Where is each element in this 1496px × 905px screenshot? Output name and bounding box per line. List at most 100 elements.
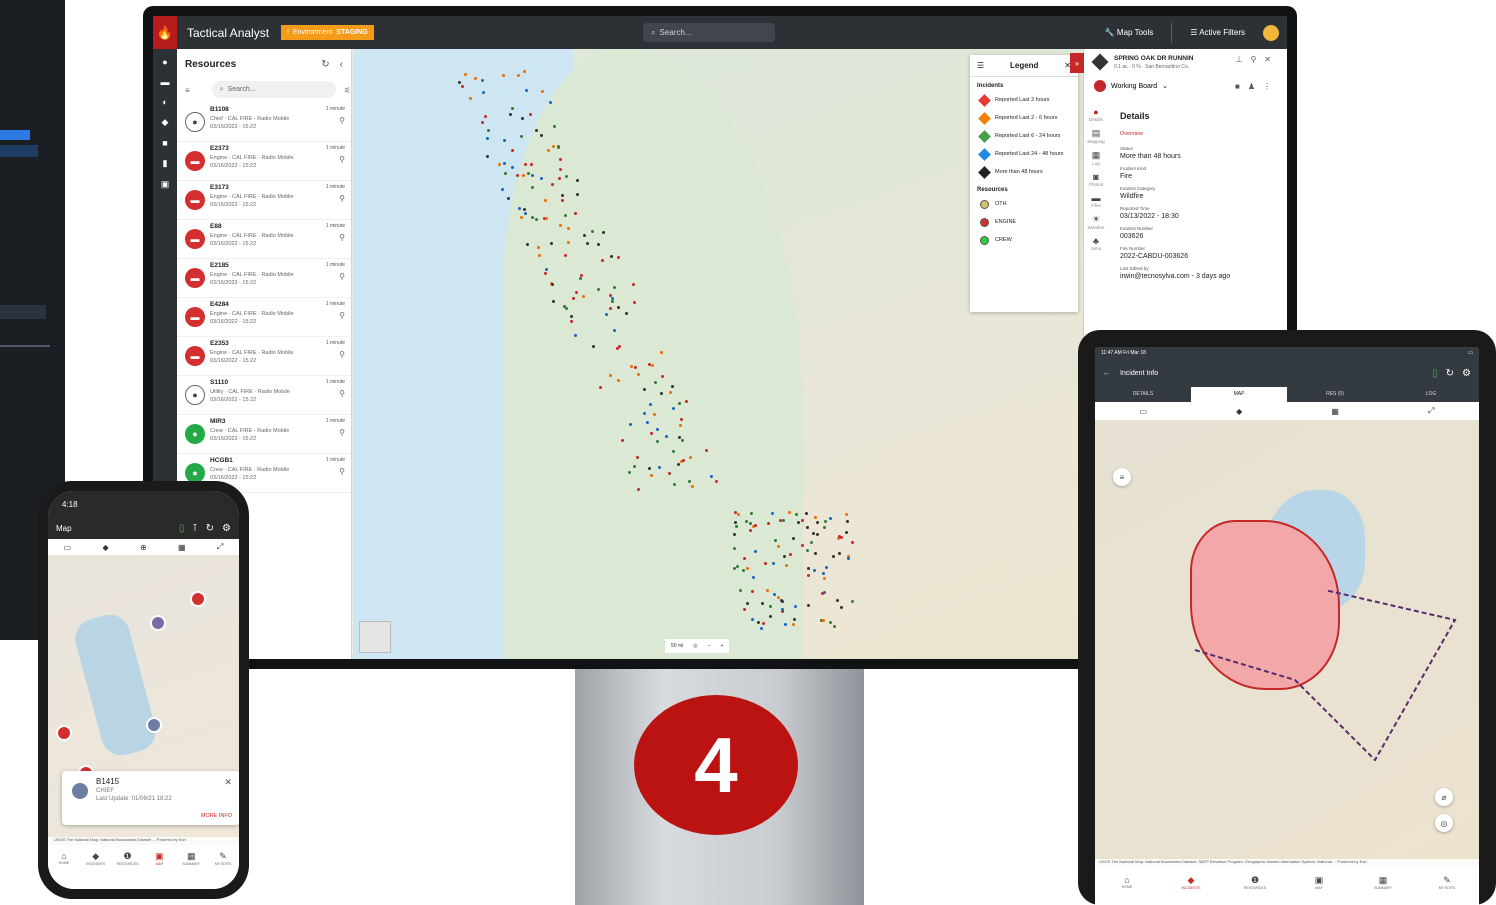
incident-marker[interactable] [806,573,810,577]
expand-panel-button[interactable]: » [1070,53,1084,73]
incident-marker[interactable] [745,567,749,571]
nav-summary[interactable]: ▦ SUMMARY [180,851,202,889]
incident-marker[interactable] [529,163,533,167]
incident-marker[interactable] [617,305,621,309]
incident-marker[interactable] [823,577,827,581]
incident-marker[interactable] [636,455,640,459]
incident-marker[interactable] [771,561,775,565]
chief-marker[interactable] [150,615,166,631]
incident-marker[interactable] [530,174,534,178]
incident-marker[interactable] [845,519,849,523]
nav-map[interactable]: ▣ MAP [1299,875,1339,905]
global-search-input[interactable]: ⌕ Search... [643,23,775,42]
incident-marker[interactable] [709,475,713,479]
ruler-icon[interactable]: ▭ [64,543,72,552]
location-pin-icon[interactable]: ⚲ [311,428,345,437]
incident-marker[interactable] [782,555,786,558]
ruler-icon[interactable]: ▭ [1140,407,1148,416]
incident-marker[interactable] [733,520,737,524]
incident-marker[interactable] [613,285,617,289]
detail-rail-weather[interactable]: ☀ Weather [1088,214,1105,230]
location-icon[interactable]: ⚲ [1250,55,1264,64]
incident-marker[interactable] [816,533,820,537]
incident-marker[interactable] [510,106,514,110]
camera-icon[interactable]: ■ [162,138,167,148]
incident-marker[interactable] [829,517,833,521]
incident-marker[interactable] [501,73,505,77]
zoom-in-button[interactable]: + [721,643,724,649]
resource-row[interactable]: ▬ E2185 Engine · CAL FIRE · Radio Mobile 03… [177,259,351,298]
incident-marker[interactable] [569,320,573,324]
incident-marker[interactable] [687,479,691,483]
incident-marker[interactable] [457,80,461,84]
location-pin-icon[interactable]: ⚲ [311,194,345,203]
incident-marker[interactable] [486,136,490,140]
nav-incidents[interactable]: ◆ INCIDENTS [85,851,107,889]
incident-marker[interactable] [636,373,640,377]
location-pin-icon[interactable]: ⚲ [311,155,345,164]
incident-marker[interactable] [714,480,718,484]
incident-marker[interactable] [734,524,738,528]
incident-marker[interactable] [566,241,570,245]
incident-marker[interactable] [575,290,579,294]
incident-marker[interactable] [480,79,484,83]
incident-marker[interactable] [520,134,524,138]
gear-icon[interactable]: ⚙ [222,523,231,534]
incident-marker[interactable] [756,621,760,625]
save-icon[interactable]: ■ [1235,82,1248,91]
incident-marker[interactable] [539,133,543,137]
resources-search-input[interactable]: ⌕ Search... [211,81,336,98]
incident-marker[interactable] [704,449,708,453]
incident-marker[interactable] [510,165,514,169]
resource-row[interactable]: ▬ E4284 Engine · CAL FIRE · Radio Mobile 03… [177,298,351,337]
incident-marker[interactable] [544,216,548,220]
fullscreen-icon[interactable]: ⤢ [1428,406,1434,416]
menu-button[interactable]: ≡ [1113,468,1131,486]
resource-row[interactable]: ● B1108 Chief · CAL FIRE · Radio Mobile 03/… [177,103,351,142]
incident-marker[interactable] [550,241,554,245]
incident-marker[interactable] [839,605,843,609]
incident-marker[interactable] [528,113,532,116]
incident-marker[interactable] [844,513,848,517]
layers-icon[interactable]: ◆ [162,117,169,128]
incident-marker[interactable] [837,535,841,538]
incident-marker[interactable] [811,532,815,536]
incident-marker[interactable] [836,598,840,602]
incident-marker[interactable] [807,566,811,570]
incident-marker[interactable] [744,519,748,523]
incident-marker[interactable] [617,344,621,348]
incident-marker[interactable] [679,417,683,421]
location-pin-icon[interactable]: ⚲ [311,116,345,125]
incident-marker[interactable] [649,431,653,435]
nav-map[interactable]: ▣ MAP [148,851,170,889]
chevron-down-icon[interactable]: ⌄ [1162,82,1168,90]
zoom-out-button[interactable]: − [708,643,711,649]
incident-marker[interactable] [821,619,825,623]
detail-rail-photos[interactable]: ◙ Photos [1089,172,1103,187]
incident-marker[interactable] [822,572,826,576]
incident-marker[interactable] [573,211,577,215]
incident-marker[interactable] [569,314,573,318]
incident-marker[interactable] [750,618,754,622]
incident-marker[interactable] [560,193,564,197]
fullscreen-icon[interactable]: ⤢ [217,542,223,552]
incident-marker[interactable] [792,536,796,540]
incident-marker[interactable] [548,100,552,104]
incident-marker[interactable] [540,90,544,94]
pin-icon[interactable]: ⊥ [1235,55,1250,64]
resource-row[interactable]: ▬ E2353 Engine · CAL FIRE · Radio Mobile 03… [177,337,351,376]
incident-marker[interactable] [736,512,740,516]
nav-resources[interactable]: ❶ RESOURCES [1235,875,1275,905]
gear-icon[interactable]: ⚙ [1462,368,1471,379]
incident-marker[interactable] [677,462,681,466]
incident-marker[interactable] [642,412,646,416]
incident-marker[interactable] [581,294,585,298]
more-icon[interactable]: ⋮ [1263,82,1279,91]
close-icon[interactable]: ✕ [1264,55,1279,64]
incident-marker[interactable] [511,148,515,152]
nav-my-edits[interactable]: ✎ MY EDITS [212,851,234,889]
incident-marker[interactable] [685,399,689,403]
location-pin-icon[interactable]: ⚲ [311,272,345,281]
grid-icon[interactable]: ▦ [1331,407,1339,416]
incident-marker[interactable] [670,384,674,388]
